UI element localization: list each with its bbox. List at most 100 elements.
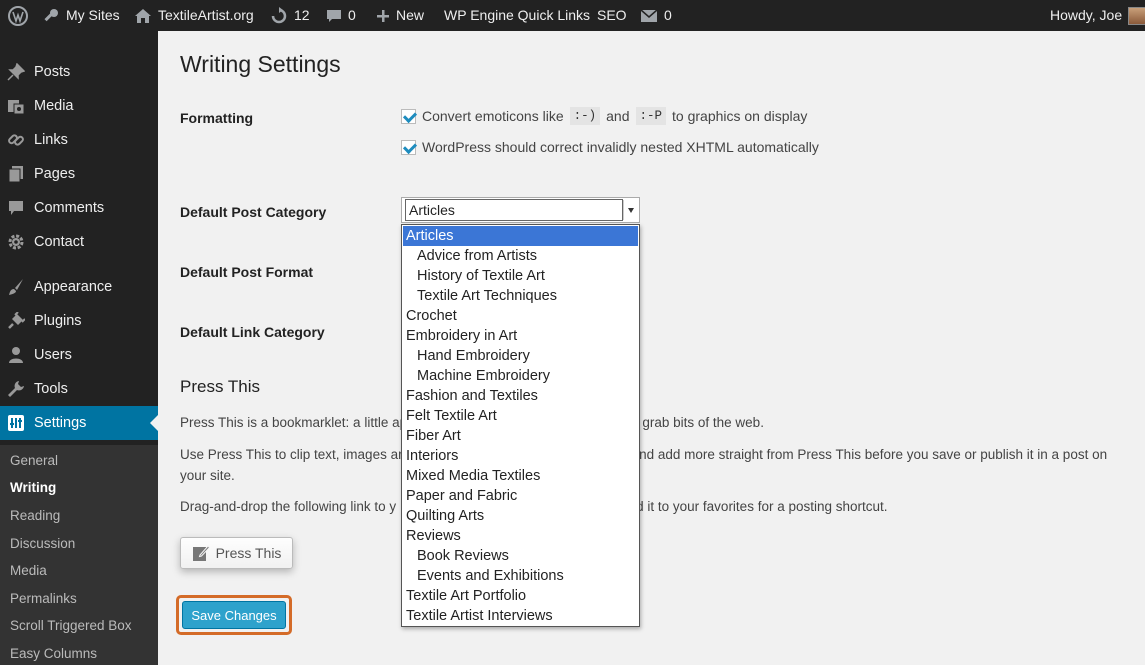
avatar: [1128, 6, 1145, 25]
site-name-menu[interactable]: TextileArtist.org: [134, 0, 254, 31]
sidebar-item-label: Links: [34, 132, 68, 148]
mail-count: 0: [664, 7, 672, 23]
submenu-item-discussion[interactable]: Discussion: [10, 536, 75, 551]
wpengine-menu[interactable]: WP Engine Quick Links: [444, 0, 590, 31]
new-label: New: [396, 7, 425, 23]
settings-icon: [6, 413, 26, 433]
sidebar-item-label: Appearance: [34, 279, 113, 295]
save-changes-button[interactable]: Save Changes: [182, 601, 286, 629]
chevron-down-icon: [623, 200, 637, 220]
new-content-menu[interactable]: New: [376, 0, 424, 31]
gear-icon: [6, 232, 26, 252]
emoticons-checkbox[interactable]: [401, 108, 416, 124]
dropdown-option[interactable]: Felt Textile Art: [403, 406, 638, 426]
emoticons-text-pre: Convert emoticons like: [422, 108, 564, 124]
press-this-button-label: Press This: [215, 545, 282, 561]
my-sites-icon: [44, 8, 58, 21]
dropdown-option[interactable]: Embroidery in Art: [403, 326, 638, 346]
sidebar-item-settings[interactable]: Settings: [0, 406, 158, 440]
comments-icon: [327, 9, 341, 22]
submenu-item-scroll-triggered-box[interactable]: Scroll Triggered Box: [10, 618, 132, 633]
dropdown-option[interactable]: Mixed Media Textiles: [403, 466, 638, 486]
comments-count: 0: [348, 7, 356, 23]
press-this-bookmarklet[interactable]: Press This: [180, 537, 293, 569]
emoticons-option[interactable]: Convert emoticons like :-) and :-P to gr…: [401, 107, 807, 125]
plug-icon: [6, 311, 26, 331]
sidebar-item-media[interactable]: Media: [0, 89, 158, 123]
press-this-drag-a: Drag-and-drop the following link to y: [180, 499, 397, 514]
seo-label: SEO: [597, 7, 627, 23]
dropdown-option[interactable]: Articles: [403, 226, 638, 246]
submenu-item-easy-columns[interactable]: Easy Columns: [10, 646, 97, 661]
dropdown-option[interactable]: Machine Embroidery: [403, 366, 638, 386]
sidebar-item-label: Posts: [34, 64, 71, 80]
sidebar-item-tools[interactable]: Tools: [0, 372, 158, 406]
account-menu[interactable]: Howdy, Joe: [1050, 0, 1145, 31]
dropdown-option[interactable]: Quilting Arts: [403, 506, 638, 526]
sidebar-item-posts[interactable]: Posts: [0, 55, 158, 89]
press-this-text-a: Press This is a bookmarklet: a little ap: [180, 415, 408, 430]
submenu-item-reading[interactable]: Reading: [10, 508, 60, 523]
my-sites-menu[interactable]: My Sites: [42, 0, 120, 31]
mail-link[interactable]: 0: [640, 0, 672, 31]
submenu-item-writing[interactable]: Writing: [10, 480, 56, 495]
xhtml-option[interactable]: WordPress should correct invalidly neste…: [401, 139, 819, 155]
my-sites-label: My Sites: [66, 7, 120, 23]
dropdown-option[interactable]: Hand Embroidery: [403, 346, 638, 366]
sidebar-item-plugins[interactable]: Plugins: [0, 304, 158, 338]
media-icon: [6, 96, 26, 116]
wordpress-logo-link[interactable]: [8, 0, 28, 31]
sidebar-item-label: Plugins: [34, 313, 82, 329]
sidebar-item-contact[interactable]: Contact: [0, 225, 158, 259]
comments-icon: [6, 198, 26, 218]
dropdown-option[interactable]: Interiors: [403, 446, 638, 466]
press-this-text-b: u grab bits of the web.: [631, 415, 764, 430]
dropdown-option[interactable]: Events and Exhibitions: [403, 566, 638, 586]
sidebar-item-users[interactable]: Users: [0, 338, 158, 372]
sidebar-item-appearance[interactable]: Appearance: [0, 270, 158, 304]
xhtml-checkbox[interactable]: [401, 139, 416, 155]
page-title: Writing Settings: [180, 51, 341, 77]
sidebar-item-label: Comments: [34, 200, 105, 216]
press-this-icon: [192, 545, 210, 561]
updates-link[interactable]: 12: [270, 0, 310, 31]
emoticon-smile-code: :-): [569, 107, 601, 125]
sidebar-item-label: Media: [34, 98, 74, 114]
submenu-item-media[interactable]: Media: [10, 563, 47, 578]
home-icon: [135, 8, 151, 23]
dropdown-option[interactable]: Book Reviews: [403, 546, 638, 566]
save-highlight: Save Changes: [176, 595, 292, 635]
dropdown-option[interactable]: Textile Art Techniques: [403, 286, 638, 306]
dropdown-option[interactable]: Fashion and Textiles: [403, 386, 638, 406]
dropdown-option[interactable]: Textile Artist Interviews: [403, 606, 638, 626]
submenu-item-permalinks[interactable]: Permalinks: [10, 591, 77, 606]
category-dropdown-list: Articles Advice from Artists History of …: [401, 224, 640, 627]
dropdown-option[interactable]: Fiber Art: [403, 426, 638, 446]
mail-icon: [640, 8, 658, 22]
submenu-item-general[interactable]: General: [10, 453, 58, 468]
press-this-usage-c: your site.: [180, 468, 235, 483]
dropdown-option[interactable]: Textile Art Portfolio: [403, 586, 638, 606]
press-this-usage-a: Use Press This to clip text, images an: [180, 447, 406, 462]
sidebar-item-comments[interactable]: Comments: [0, 191, 158, 225]
sidebar-item-pages[interactable]: Pages: [0, 157, 158, 191]
sidebar-item-links[interactable]: Links: [0, 123, 158, 157]
dropdown-option[interactable]: Reviews: [403, 526, 638, 546]
press-this-usage: Use Press This to clip text, images an an…: [180, 444, 1107, 486]
default-link-category-label: Default Link Category: [180, 324, 325, 340]
paintbrush-icon: [6, 277, 26, 297]
seo-menu[interactable]: SEO: [597, 0, 627, 31]
default-post-format-label: Default Post Format: [180, 264, 314, 280]
sidebar-item-label: Tools: [34, 381, 68, 397]
updates-count: 12: [294, 7, 310, 23]
default-post-category-select[interactable]: Articles: [401, 197, 640, 223]
dropdown-option[interactable]: Crochet: [403, 306, 638, 326]
dropdown-option[interactable]: Advice from Artists: [403, 246, 638, 266]
sidebar-item-label: Users: [34, 347, 72, 363]
links-icon: [6, 130, 26, 150]
dropdown-option[interactable]: Paper and Fabric: [403, 486, 638, 506]
howdy-label: Howdy, Joe: [1050, 7, 1123, 23]
comments-link[interactable]: 0: [326, 0, 356, 31]
dropdown-option[interactable]: History of Textile Art: [403, 266, 638, 286]
formatting-label: Formatting: [180, 110, 254, 126]
